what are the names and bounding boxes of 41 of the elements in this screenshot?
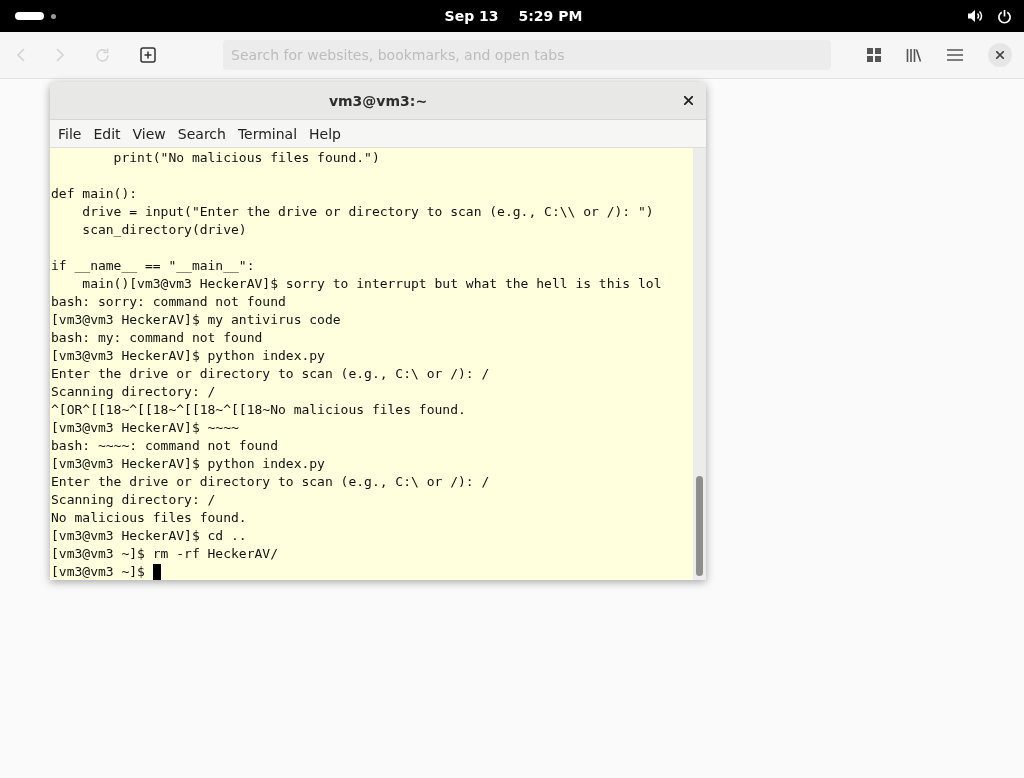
terminal-line: if __name__ == "__main__":	[50, 257, 256, 275]
terminal-line: ^[OR^[[18~^[[18~^[[18~^[[18~No malicious files found.	[50, 401, 467, 419]
terminal-line: Scanning directory: /	[50, 383, 217, 401]
menu-icon[interactable]	[947, 49, 963, 61]
time[interactable]: 5:29 PM	[518, 8, 583, 24]
terminal-line: No malicious files found.	[50, 509, 248, 527]
terminal-line: [vm3@vm3 HeckerAV]$ python index.py	[50, 347, 326, 365]
terminal-line: Scanning directory: /	[50, 491, 217, 509]
menu-item[interactable]: Search	[171, 125, 232, 142]
close-button[interactable]	[988, 43, 1012, 67]
terminal-prompt: [vm3@vm3 ~]$	[50, 563, 146, 580]
library-icon[interactable]	[906, 48, 922, 62]
terminal-line: Enter the drive or directory to scan (e.g., C:\ or /): /	[50, 365, 491, 383]
new-tab-icon[interactable]	[140, 47, 156, 63]
terminal-line: bash: my: command not found	[50, 329, 264, 347]
terminal-line: [vm3@vm3 ~]$ rm -rf HeckerAV/	[50, 545, 279, 563]
window-title: vm3@vm3:~	[328, 92, 428, 109]
terminal-line: def main():	[50, 185, 139, 203]
terminal-line: bash: sorry: command not found	[50, 293, 287, 311]
menu-item[interactable]: Help	[303, 125, 347, 142]
terminal-line: [vm3@vm3 HeckerAV]$ python index.py	[50, 455, 326, 473]
terminal-line: main()[vm3@vm3 HeckerAV]$ sorry to interrupt but what the hell is this lol	[81, 275, 663, 293]
menu-item[interactable]: View	[126, 125, 172, 142]
text-cursor	[152, 563, 161, 580]
terminal-line: Enter the drive or directory to scan (e.g., C:\ or /): /	[50, 473, 491, 491]
grid-icon[interactable]	[867, 48, 881, 62]
terminal-line: [vm3@vm3 HeckerAV]$ ~~~~	[50, 419, 240, 437]
menu-item[interactable]: File	[52, 125, 88, 142]
terminal-line: scan_directory(drive)	[81, 221, 248, 239]
menu-item[interactable]: Edit	[87, 125, 127, 142]
terminal-line: print("No malicious files found.")	[112, 149, 381, 167]
scrollbar[interactable]	[693, 148, 706, 580]
terminal-line: bash: ~~~~: command not found	[50, 437, 279, 455]
menu-item[interactable]: Terminal	[231, 125, 304, 142]
terminal-line: [vm3@vm3 HeckerAV]$ my antivirus code	[50, 311, 342, 329]
close-icon[interactable]	[996, 51, 1004, 59]
terminal-line: drive = input("Enter the drive or directory to scan (e.g., C:\\ or /): ")	[81, 203, 655, 221]
volume-icon[interactable]	[967, 9, 983, 23]
date[interactable]: Sep 13	[444, 8, 499, 24]
power-icon[interactable]	[997, 8, 1012, 24]
terminal-line: [vm3@vm3 HeckerAV]$ cd ..	[50, 527, 248, 545]
